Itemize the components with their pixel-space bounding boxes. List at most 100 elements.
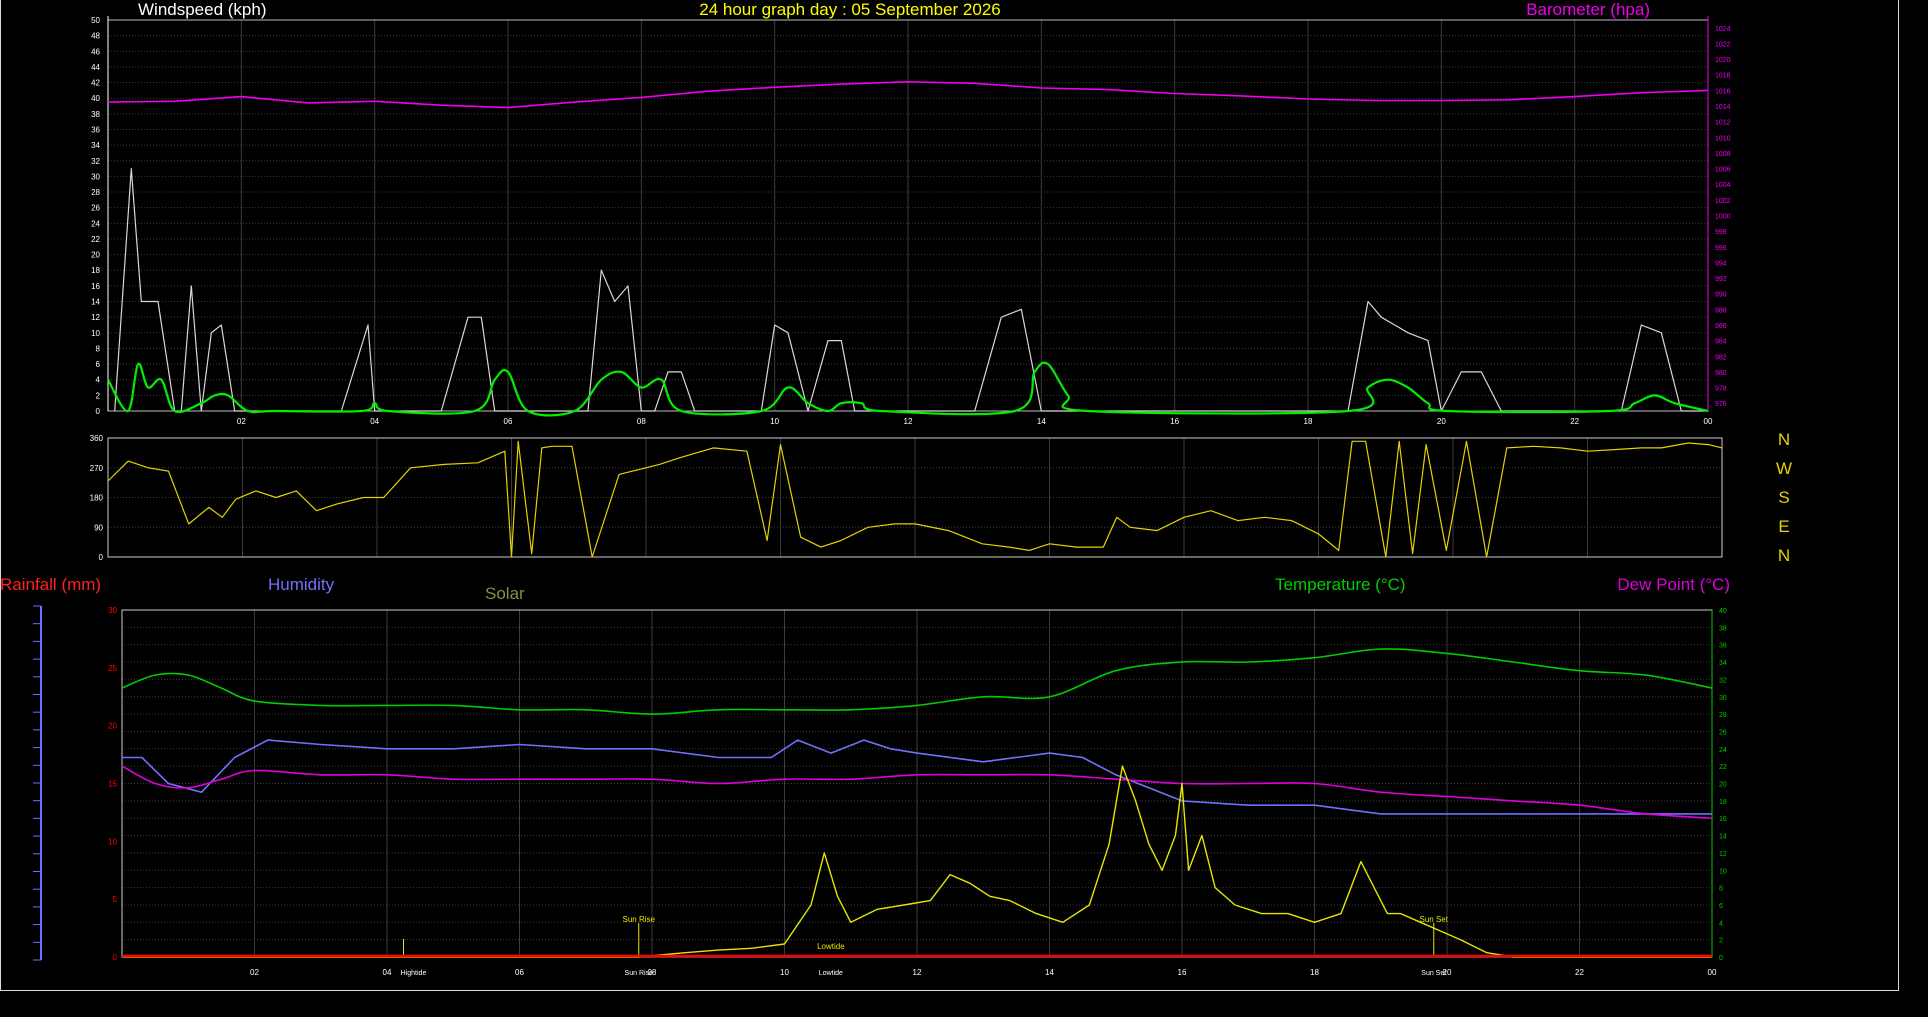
wind-gust-line [114,168,1708,412]
wind-y-tick-label: 14 [91,298,100,307]
tide-axis-label: Lowtide [819,970,843,977]
lower-x-tick-label: 22 [1575,968,1584,977]
wind-y-tick-label: 30 [91,172,100,181]
wind-y-tick-label: 42 [91,79,100,88]
windspeed-axis-title: Windspeed (kph) [138,0,267,19]
baro-y-tick-label: 1012 [1715,120,1731,127]
baro-y-tick-label: 978 [1715,386,1727,393]
baro-y-tick-label: 1020 [1715,57,1731,64]
weather-charts-svg: Windspeed (kph) 24 hour graph day : 05 S… [0,0,1792,977]
wind-y-tick-label: 26 [91,204,100,213]
rainfall-y-tick-label: 0 [113,953,118,962]
temperature-y-tick-label: 12 [1719,851,1727,858]
wind-y-tick-label: 34 [91,141,100,150]
direction-y-tick-label: 270 [90,464,104,473]
wind-x-tick-label: 04 [370,417,379,426]
baro-y-tick-label: 1018 [1715,73,1731,80]
wind-x-tick-label: 02 [237,417,246,426]
wind-y-tick-label: 40 [91,94,100,103]
direction-y-tick-label: 360 [90,434,104,443]
humidity-axis-title: Humidity [268,575,335,594]
lower-x-tick-label: 04 [383,968,392,977]
baro-y-tick-label: 1004 [1715,182,1731,189]
wind-x-tick-label: 06 [504,417,513,426]
lower-x-tick-label: 02 [250,968,259,977]
wind-x-tick-label: 14 [1037,417,1046,426]
temperature-y-tick-label: 34 [1719,660,1727,667]
compass-letter-n-top: N [1778,430,1790,449]
temperature-y-tick-label: 40 [1719,608,1727,615]
rainfall-axis-title: Rainfall (mm) [0,575,101,594]
temperature-y-tick-label: 16 [1719,816,1727,823]
baro-y-tick-label: 1000 [1715,214,1731,221]
wind-x-tick-label: 00 [1704,417,1713,426]
sun-marker-label: Sun Set [1420,915,1449,924]
baro-y-tick-label: 1014 [1715,104,1731,111]
wind-y-tick-label: 6 [96,360,101,369]
wind-y-tick-label: 0 [96,407,101,416]
wind-y-tick-label: 12 [91,313,100,322]
temperature-y-tick-label: 14 [1719,834,1727,841]
wind-x-tick-label: 22 [1570,417,1579,426]
wind-y-tick-label: 38 [91,110,100,119]
temperature-y-tick-label: 36 [1719,643,1727,650]
wind-y-tick-label: 4 [96,376,101,385]
tide-marker-label: Lowtide [817,942,845,951]
wind-x-tick-label: 12 [904,417,913,426]
lower-x-tick-label: 12 [913,968,922,977]
wind-y-tick-label: 8 [96,344,101,353]
temperature-y-tick-label: 18 [1719,799,1727,806]
temperature-y-tick-label: 32 [1719,677,1727,684]
wind-x-tick-label: 18 [1304,417,1313,426]
lower-x-tick-label: 14 [1045,968,1054,977]
wind-y-tick-label: 24 [91,219,100,228]
barometer-axis-title: Barometer (hpa) [1526,0,1650,19]
compass-letter-n-bottom: N [1778,546,1790,565]
rainfall-y-tick-label: 10 [108,837,117,846]
wind-y-tick-label: 10 [91,329,100,338]
solar-axis-title: Solar [485,584,525,603]
rainfall-y-tick-label: 5 [113,895,118,904]
wind-x-tick-label: 10 [770,417,779,426]
chart-title: 24 hour graph day : 05 September 2026 [699,0,1001,19]
wind-x-tick-label: 16 [1170,417,1179,426]
baro-y-tick-label: 990 [1715,292,1727,299]
lower-x-tick-label: 18 [1310,968,1319,977]
weather-graph-window: Windspeed (kph) 24 hour graph day : 05 S… [0,0,1928,1017]
temperature-y-tick-label: 4 [1719,920,1723,927]
plot-layer: 0246810121416182022242628303234363840424… [33,16,1731,977]
wind-y-tick-label: 36 [91,125,100,134]
rainfall-y-tick-label: 30 [108,606,117,615]
baro-y-tick-label: 1008 [1715,151,1731,158]
baro-y-tick-label: 1022 [1715,41,1731,48]
temperature-axis-title: Temperature (°C) [1275,575,1406,594]
tide-axis-label: Hightide [401,970,427,977]
baro-y-tick-label: 988 [1715,307,1727,314]
wind-y-tick-label: 16 [91,282,100,291]
temperature-y-tick-label: 6 [1719,903,1723,910]
compass-letter-s: S [1778,488,1789,507]
temperature-y-tick-label: 20 [1719,782,1727,789]
temperature-y-tick-label: 10 [1719,868,1727,875]
wind-y-tick-label: 2 [96,391,101,400]
baro-y-tick-label: 998 [1715,229,1727,236]
lower-x-tick-label: 16 [1178,968,1187,977]
lower-x-tick-label: 10 [780,968,789,977]
baro-y-tick-label: 1006 [1715,167,1731,174]
baro-y-tick-label: 992 [1715,276,1727,283]
temperature-y-tick-label: 22 [1719,764,1727,771]
temperature-y-tick-label: 26 [1719,729,1727,736]
baro-y-tick-label: 994 [1715,260,1727,267]
wind-y-tick-label: 46 [91,47,100,56]
lower-x-tick-label: 00 [1708,968,1717,977]
wind-y-tick-label: 32 [91,157,100,166]
temperature-y-tick-label: 8 [1719,886,1723,893]
baro-y-tick-label: 984 [1715,339,1727,346]
direction-y-tick-label: 0 [99,553,104,562]
wind-y-tick-label: 18 [91,266,100,275]
baro-y-tick-label: 976 [1715,401,1727,408]
baro-y-tick-label: 1002 [1715,198,1731,205]
baro-y-tick-label: 1016 [1715,88,1731,95]
baro-y-tick-label: 996 [1715,245,1727,252]
temperature-y-tick-label: 2 [1719,938,1723,945]
